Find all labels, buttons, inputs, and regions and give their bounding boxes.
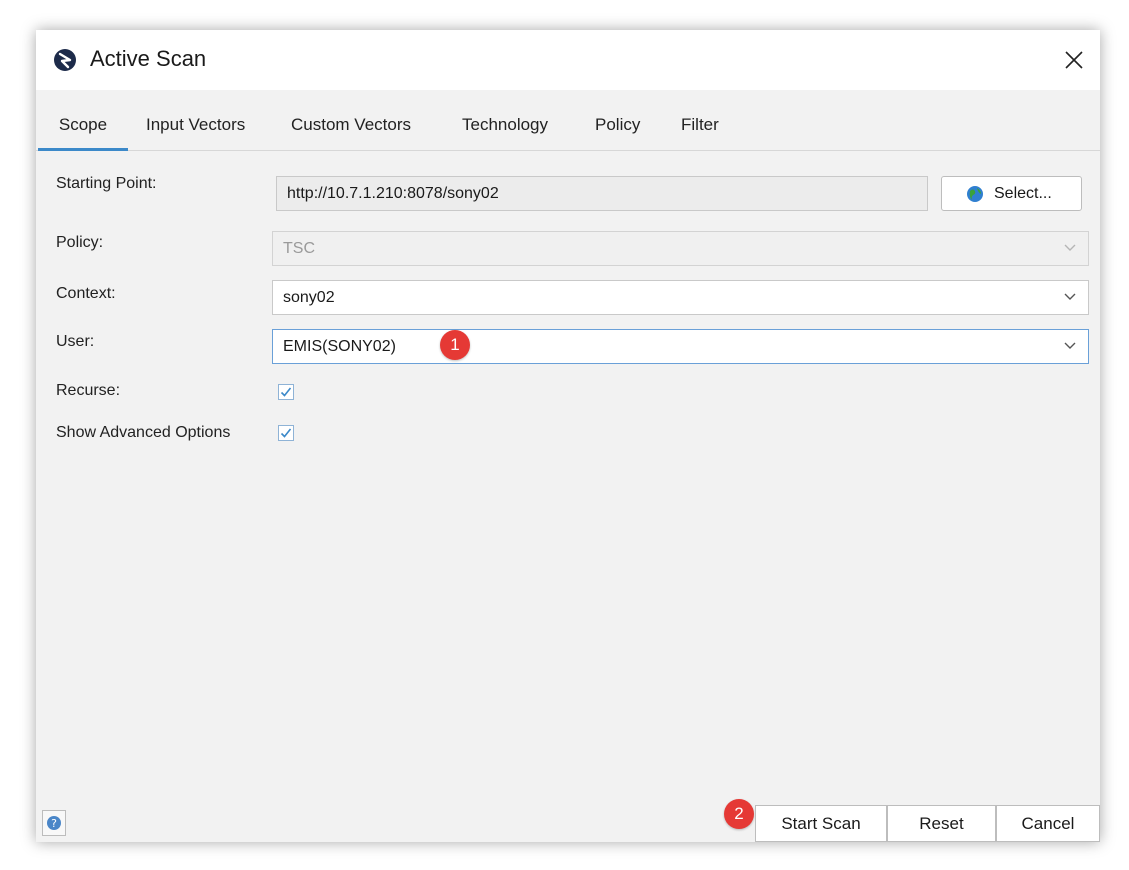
chevron-down-icon bbox=[1064, 293, 1076, 300]
starting-point-label: Starting Point: bbox=[56, 175, 157, 192]
select-button[interactable]: Select... bbox=[941, 176, 1082, 211]
chevron-down-icon bbox=[1064, 244, 1076, 251]
recurse-checkbox[interactable] bbox=[278, 384, 294, 400]
help-button[interactable]: ? bbox=[42, 810, 66, 836]
context-select[interactable]: sony02 bbox=[272, 280, 1089, 315]
advanced-options-checkbox[interactable] bbox=[278, 425, 294, 441]
start-scan-button[interactable]: Start Scan bbox=[755, 805, 887, 842]
checkmark-icon bbox=[280, 387, 292, 397]
active-scan-dialog: Active Scan Scope Input Vectors Custom V… bbox=[36, 30, 1100, 842]
tab-filter[interactable]: Filter bbox=[681, 105, 719, 148]
select-button-label: Select... bbox=[994, 185, 1052, 202]
policy-select: TSC bbox=[272, 231, 1089, 266]
starting-point-field[interactable]: http://10.7.1.210:8078/sony02 bbox=[276, 176, 928, 211]
zap-logo-icon bbox=[54, 49, 76, 71]
policy-label: Policy: bbox=[56, 234, 104, 251]
tab-technology[interactable]: Technology bbox=[462, 105, 548, 148]
tab-input-vectors[interactable]: Input Vectors bbox=[146, 105, 245, 148]
advanced-options-label: Show Advanced Options bbox=[56, 424, 231, 441]
policy-value: TSC bbox=[283, 240, 315, 257]
tab-bar: Scope Input Vectors Custom Vectors Techn… bbox=[36, 105, 1100, 151]
user-select[interactable]: EMIS(SONY02) bbox=[272, 329, 1089, 364]
tab-scope[interactable]: Scope bbox=[38, 105, 128, 151]
chevron-down-icon bbox=[1064, 342, 1076, 349]
recurse-label: Recurse: bbox=[56, 382, 121, 399]
context-label: Context: bbox=[56, 285, 116, 302]
step-2-badge: 2 bbox=[724, 799, 754, 829]
user-label: User: bbox=[56, 333, 95, 350]
reset-button[interactable]: Reset bbox=[887, 805, 996, 842]
window-title: Active Scan bbox=[90, 46, 207, 71]
user-value: EMIS(SONY02) bbox=[283, 338, 396, 355]
checkmark-icon bbox=[280, 428, 292, 438]
context-value: sony02 bbox=[283, 289, 335, 306]
close-button[interactable] bbox=[1056, 42, 1092, 78]
title-bar: Active Scan bbox=[36, 30, 1100, 90]
cancel-button[interactable]: Cancel bbox=[996, 805, 1100, 842]
globe-icon bbox=[967, 186, 983, 202]
help-icon: ? bbox=[47, 816, 61, 830]
svg-text:?: ? bbox=[51, 817, 57, 830]
tab-policy[interactable]: Policy bbox=[595, 105, 640, 148]
close-icon bbox=[1065, 51, 1083, 69]
step-1-badge: 1 bbox=[440, 330, 470, 360]
tab-custom-vectors[interactable]: Custom Vectors bbox=[291, 105, 411, 148]
